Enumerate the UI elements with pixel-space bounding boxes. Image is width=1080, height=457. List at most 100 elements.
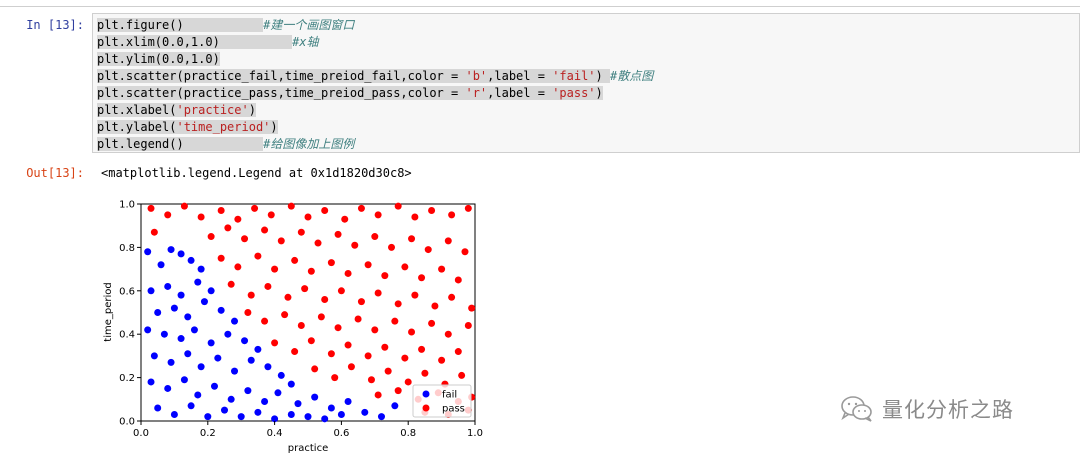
point-pass <box>424 246 432 254</box>
point-fail <box>247 356 255 364</box>
point-pass <box>287 202 295 210</box>
point-pass <box>411 213 419 221</box>
point-pass <box>404 378 412 386</box>
point-fail <box>241 337 249 345</box>
point-pass <box>297 228 305 236</box>
legend-marker-fail <box>422 390 430 398</box>
code-comment: #散点图 <box>610 69 654 83</box>
watermark: 量化分析之路 <box>840 391 1014 427</box>
point-pass <box>297 322 305 330</box>
code-line: plt.xlim(0.0,1.0) #x轴 <box>97 34 653 51</box>
point-fail <box>311 393 319 401</box>
point-fail <box>154 309 162 316</box>
y-tick-label: 0.8 <box>119 243 135 254</box>
point-pass <box>277 237 285 245</box>
code-comment: #建一个画图窗口 <box>263 18 355 32</box>
point-pass <box>317 313 325 321</box>
point-fail <box>197 363 205 371</box>
point-pass <box>321 295 329 303</box>
code-string: 'practice' <box>176 103 249 117</box>
top-divider <box>0 6 1080 7</box>
point-pass <box>281 311 289 319</box>
point-fail <box>254 345 262 353</box>
point-pass <box>357 298 365 306</box>
point-pass <box>458 371 466 379</box>
point-pass <box>267 211 275 219</box>
point-pass <box>371 326 379 334</box>
point-fail <box>180 376 188 384</box>
point-fail <box>147 378 155 386</box>
point-fail <box>277 371 285 379</box>
point-fail <box>377 413 385 421</box>
point-fail <box>177 291 185 299</box>
point-pass <box>241 235 249 243</box>
point-pass <box>344 269 352 277</box>
point-pass <box>401 354 409 362</box>
point-pass <box>464 204 472 212</box>
code-selection: plt.ylabel('time_period') <box>97 120 278 134</box>
point-fail <box>147 287 155 295</box>
x-tick-label: 1.0 <box>467 428 483 439</box>
code-token: plt.xlabel( <box>97 103 177 117</box>
output-text: <matplotlib.legend.Legend at 0x1d1820d30… <box>101 166 412 180</box>
point-fail <box>237 413 245 421</box>
point-pass <box>461 248 469 256</box>
point-pass <box>301 285 309 293</box>
code-token: ) <box>270 120 278 134</box>
code-line: plt.ylim(0.0,1.0) <box>97 51 653 68</box>
point-fail <box>200 298 208 306</box>
code-line: plt.scatter(practice_pass,time_preiod_pa… <box>97 85 653 102</box>
legend: fail pass <box>412 384 472 418</box>
code-line: plt.figure() #建一个画图窗口 <box>97 17 653 34</box>
point-fail <box>187 402 195 410</box>
point-pass <box>234 263 242 271</box>
point-pass <box>357 204 365 212</box>
point-fail <box>227 395 235 403</box>
point-fail <box>194 278 202 286</box>
x-tick-label: 0.0 <box>133 428 149 439</box>
code-token: ,label = <box>487 86 553 100</box>
code-selection: plt.xlim(0.0,1.0) <box>97 35 293 49</box>
point-fail <box>184 313 192 321</box>
point-pass <box>411 291 419 299</box>
code-editor[interactable]: plt.figure() #建一个画图窗口 plt.xlim(0.0,1.0) #… <box>97 17 653 153</box>
code-selection: plt.legend() <box>97 137 264 151</box>
point-pass <box>438 356 446 364</box>
y-tick-label: 1.0 <box>119 200 135 211</box>
scatter-plot: 0.0 0.2 0.4 0.6 0.8 1.0 0.0 0.2 0.4 0.6 0.8 1.0 pra… <box>103 200 483 455</box>
point-pass <box>448 293 456 301</box>
point-pass <box>304 213 312 221</box>
point-fail <box>177 250 185 258</box>
point-pass <box>327 259 335 267</box>
point-pass <box>347 363 355 371</box>
y-tick-label: 0.0 <box>119 417 135 428</box>
point-fail <box>187 256 195 264</box>
point-pass <box>421 369 429 377</box>
point-pass <box>271 265 279 273</box>
point-pass <box>408 235 416 243</box>
point-pass <box>261 226 269 234</box>
point-pass <box>454 348 462 356</box>
code-comment: #给图像加上图例 <box>263 137 355 151</box>
point-fail <box>170 410 178 418</box>
point-fail <box>167 358 175 366</box>
point-fail <box>167 246 175 254</box>
code-token: plt.figure() <box>97 18 264 32</box>
code-cell[interactable]: plt.figure() #建一个画图窗口 plt.xlim(0.0,1.0) #… <box>92 13 1080 153</box>
point-pass <box>271 339 279 347</box>
point-pass <box>401 263 409 271</box>
code-string: 'pass' <box>552 86 596 100</box>
point-pass <box>251 204 259 212</box>
point-fail <box>304 413 312 421</box>
point-pass <box>394 387 402 395</box>
point-pass <box>180 202 188 210</box>
point-pass <box>307 267 315 275</box>
point-pass <box>351 241 359 249</box>
point-pass <box>418 345 426 353</box>
point-fail <box>224 330 232 338</box>
point-fail <box>391 402 399 410</box>
code-string: 'b' <box>465 69 488 83</box>
point-pass <box>327 350 335 358</box>
y-tick-label: 0.4 <box>119 330 135 341</box>
code-selection: plt.xlabel('practice') <box>97 103 256 117</box>
